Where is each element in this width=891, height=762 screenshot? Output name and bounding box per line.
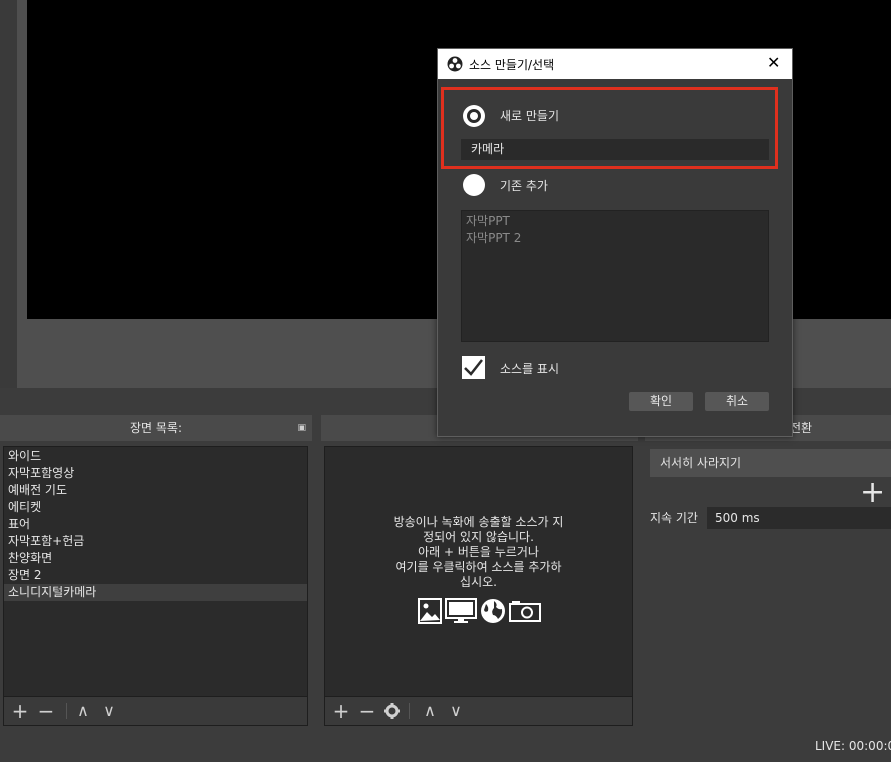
- create-new-radio[interactable]: [463, 105, 485, 127]
- create-select-source-dialog: 소스 만들기/선택 ✕ 새로 만들기 카메라 기존 추가 자막PPT 자막PPT…: [437, 48, 793, 437]
- add-scene-button[interactable]: +: [9, 697, 31, 725]
- empty-message-line: 십시오.: [460, 575, 497, 589]
- sources-toolbar: + − ∧ ∨: [324, 697, 633, 726]
- scene-item[interactable]: 예배전 기도: [4, 482, 307, 499]
- monitor-icon: [445, 598, 477, 623]
- existing-sources-list[interactable]: 자막PPT 자막PPT 2: [461, 210, 769, 342]
- scene-item[interactable]: 자막포함영상: [4, 465, 307, 482]
- duration-label: 지속 기간: [650, 511, 698, 525]
- camera-icon: [509, 601, 541, 622]
- ok-button[interactable]: 확인: [629, 392, 693, 411]
- left-strip: [0, 0, 17, 388]
- radio-selected-dot: [470, 112, 478, 120]
- create-new-label: 새로 만들기: [500, 109, 560, 123]
- duration-value: 500 ms: [715, 511, 760, 525]
- add-existing-radio[interactable]: [463, 174, 485, 196]
- remove-source-button[interactable]: −: [356, 697, 378, 725]
- empty-message-line: 아래 + 버튼을 누르거나: [418, 545, 539, 559]
- add-source-button[interactable]: +: [330, 697, 352, 725]
- float-dock-icon[interactable]: ▣: [297, 415, 306, 441]
- remove-scene-button[interactable]: −: [35, 697, 57, 725]
- live-status: LIVE: 00:00:00: [815, 739, 891, 753]
- transition-select[interactable]: 서서히 사라지기: [650, 449, 891, 477]
- move-source-up-button[interactable]: ∧: [419, 697, 441, 725]
- sources-empty-message: 방송이나 녹화에 송출할 소스가 지 정되어 있지 않습니다. 아래 + 버튼을…: [325, 515, 632, 590]
- scene-item[interactable]: 와이드: [4, 448, 307, 465]
- empty-message-line: 정되어 있지 않습니다.: [423, 530, 534, 544]
- empty-message-line: 방송이나 녹화에 송출할 소스가 지: [393, 515, 564, 529]
- scenes-dock-title: 장면 목록: ▣: [0, 415, 312, 441]
- toolbar-divider: [409, 703, 410, 719]
- scene-item-selected[interactable]: 소니디지털카메라: [4, 584, 307, 601]
- scenes-toolbar: + − ∧ ∨: [3, 697, 308, 726]
- existing-source-item[interactable]: 자막PPT: [466, 213, 764, 230]
- source-name-value: 카메라: [471, 142, 505, 156]
- move-scene-down-button[interactable]: ∨: [98, 697, 120, 725]
- cancel-button[interactable]: 취소: [705, 392, 769, 411]
- scene-item[interactable]: 자막포함+헌금: [4, 533, 307, 550]
- show-source-label: 소스를 표시: [500, 362, 560, 376]
- add-existing-label: 기존 추가: [500, 179, 548, 193]
- scenes-title: 장면 목록:: [129, 421, 183, 435]
- obs-logo-icon: [447, 56, 463, 72]
- empty-message-line: 여기를 우클릭하여 소스를 추가하: [395, 560, 562, 574]
- toolbar-divider: [66, 703, 67, 719]
- scene-item[interactable]: 에티켓: [4, 499, 307, 516]
- show-source-checkbox[interactable]: [462, 356, 485, 379]
- sources-list[interactable]: 방송이나 녹화에 송출할 소스가 지 정되어 있지 않습니다. 아래 + 버튼을…: [324, 446, 633, 697]
- close-icon[interactable]: ✕: [767, 53, 780, 72]
- transition-select-value: 서서히 사라지기: [660, 456, 742, 470]
- move-source-down-button[interactable]: ∨: [445, 697, 467, 725]
- existing-source-item[interactable]: 자막PPT 2: [466, 230, 764, 247]
- scenes-list[interactable]: 와이드 자막포함영상 예배전 기도 에티켓 표어 자막포함+헌금 찬양화면 장면…: [3, 446, 308, 697]
- checkmark-icon: [464, 359, 483, 376]
- scene-item[interactable]: 장면 2: [4, 567, 307, 584]
- gear-icon[interactable]: [384, 703, 400, 719]
- dialog-title: 소스 만들기/선택: [469, 58, 555, 72]
- move-scene-up-button[interactable]: ∧: [72, 697, 94, 725]
- transitions-title: 전환: [790, 421, 813, 435]
- scene-item[interactable]: 표어: [4, 516, 307, 533]
- duration-input[interactable]: 500 ms: [707, 507, 891, 529]
- source-name-input[interactable]: 카메라: [461, 139, 769, 160]
- image-icon: [418, 598, 442, 624]
- globe-icon: [481, 599, 505, 623]
- scene-item[interactable]: 찬양화면: [4, 550, 307, 567]
- add-transition-button[interactable]: +: [860, 478, 885, 508]
- dialog-titlebar: 소스 만들기/선택 ✕: [438, 49, 792, 79]
